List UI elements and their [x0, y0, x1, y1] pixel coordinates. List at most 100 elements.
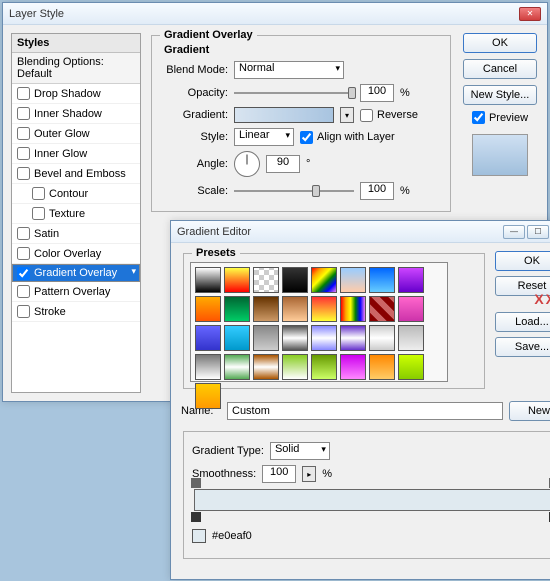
style-item-inner-shadow[interactable]: Inner Shadow: [12, 104, 140, 124]
scale-value[interactable]: 100: [360, 182, 394, 200]
angle-value[interactable]: 90: [266, 155, 300, 173]
preset-swatch[interactable]: [340, 267, 366, 293]
preset-swatch[interactable]: [369, 267, 395, 293]
reverse-checkbox[interactable]: Reverse: [360, 109, 418, 122]
preset-swatch[interactable]: [253, 325, 279, 351]
ok-button[interactable]: OK: [463, 33, 537, 53]
preset-swatch[interactable]: [311, 296, 337, 322]
style-item-stroke[interactable]: Stroke: [12, 302, 140, 322]
preview-checkbox[interactable]: Preview: [472, 111, 528, 124]
preview-swatch: [472, 134, 528, 176]
preset-swatch[interactable]: [311, 267, 337, 293]
preset-swatch[interactable]: [340, 354, 366, 380]
style-checkbox[interactable]: [17, 227, 30, 240]
gradient-bar[interactable]: [194, 489, 550, 511]
gradient-swatch[interactable]: [234, 107, 334, 123]
presets-label: Presets: [192, 247, 240, 259]
blend-mode-select[interactable]: Normal: [234, 61, 344, 79]
close-icon[interactable]: ✕: [519, 7, 541, 21]
preset-swatch[interactable]: [224, 325, 250, 351]
style-item-gradient-overlay[interactable]: Gradient Overlay: [12, 264, 140, 282]
smooth-value[interactable]: 100: [262, 465, 296, 483]
preset-swatch[interactable]: [311, 325, 337, 351]
preset-swatch[interactable]: [311, 354, 337, 380]
gradient-dropdown-icon[interactable]: ▾: [340, 107, 354, 123]
style-item-drop-shadow[interactable]: Drop Shadow: [12, 84, 140, 104]
name-input[interactable]: [227, 402, 503, 420]
style-item-inner-glow[interactable]: Inner Glow: [12, 144, 140, 164]
style-checkbox[interactable]: [17, 107, 30, 120]
style-label: Gradient Overlay: [34, 267, 117, 279]
opacity-value[interactable]: 100: [360, 84, 394, 102]
preset-swatch[interactable]: [195, 267, 221, 293]
preset-swatch[interactable]: [224, 267, 250, 293]
style-checkbox[interactable]: [32, 187, 45, 200]
style-label: Texture: [49, 208, 85, 220]
blending-options[interactable]: Blending Options: Default: [12, 53, 140, 84]
styles-header[interactable]: Styles: [12, 34, 140, 53]
group-title: Gradient Overlay: [160, 29, 257, 41]
style-checkbox[interactable]: [17, 267, 30, 280]
style-checkbox[interactable]: [17, 285, 30, 298]
preset-swatch[interactable]: [282, 354, 308, 380]
ge-save-button[interactable]: Save...: [495, 337, 550, 357]
new-button[interactable]: New: [509, 401, 550, 421]
style-checkbox[interactable]: [17, 167, 30, 180]
style-item-texture[interactable]: Texture: [12, 204, 140, 224]
style-checkbox[interactable]: [17, 87, 30, 100]
preset-swatch[interactable]: [398, 354, 424, 380]
preset-swatch[interactable]: [369, 354, 395, 380]
style-item-color-overlay[interactable]: Color Overlay: [12, 244, 140, 264]
style-item-satin[interactable]: Satin: [12, 224, 140, 244]
smooth-stepper-icon[interactable]: ▸: [302, 466, 316, 482]
ge-ok-button[interactable]: OK: [495, 251, 550, 271]
cancel-button[interactable]: Cancel: [463, 59, 537, 79]
preset-swatch[interactable]: [340, 296, 366, 322]
style-item-contour[interactable]: Contour: [12, 184, 140, 204]
style-checkbox[interactable]: [17, 147, 30, 160]
minimize-icon[interactable]: —: [503, 225, 525, 239]
preset-swatch[interactable]: [253, 296, 279, 322]
preset-swatch[interactable]: [195, 354, 221, 380]
layer-style-titlebar[interactable]: Layer Style ✕: [3, 3, 547, 25]
preset-swatch[interactable]: [282, 325, 308, 351]
preset-swatch[interactable]: [282, 267, 308, 293]
scale-slider[interactable]: [234, 184, 354, 198]
preset-swatch[interactable]: [195, 383, 221, 409]
new-style-button[interactable]: New Style...: [463, 85, 537, 105]
style-item-outer-glow[interactable]: Outer Glow: [12, 124, 140, 144]
opacity-slider[interactable]: [234, 86, 354, 100]
preset-swatch[interactable]: [253, 354, 279, 380]
preset-swatch[interactable]: [224, 354, 250, 380]
preset-swatch[interactable]: [369, 325, 395, 351]
gradient-editor-titlebar[interactable]: Gradient Editor — ☐ ✕: [171, 221, 550, 243]
color-chip[interactable]: [192, 529, 206, 543]
type-select[interactable]: Solid: [270, 442, 330, 460]
style-checkbox[interactable]: [32, 207, 45, 220]
preset-swatch[interactable]: [253, 267, 279, 293]
style-label: Style:: [158, 131, 228, 143]
style-checkbox[interactable]: [17, 247, 30, 260]
style-checkbox[interactable]: [17, 127, 30, 140]
style-select[interactable]: Linear: [234, 128, 294, 146]
align-checkbox[interactable]: Align with Layer: [300, 131, 395, 144]
preset-swatch[interactable]: [340, 325, 366, 351]
preset-swatch[interactable]: [195, 296, 221, 322]
color-stop-left[interactable]: [191, 512, 201, 522]
preset-swatch[interactable]: [398, 267, 424, 293]
preset-swatch[interactable]: [398, 325, 424, 351]
maximize-icon[interactable]: ☐: [527, 225, 549, 239]
angle-dial[interactable]: [234, 151, 260, 177]
window-title: Layer Style: [9, 8, 64, 20]
style-checkbox[interactable]: [17, 305, 30, 318]
preset-swatch[interactable]: [282, 296, 308, 322]
opacity-stop-left[interactable]: [191, 478, 201, 488]
preset-swatch[interactable]: [369, 296, 395, 322]
preset-swatch[interactable]: [398, 296, 424, 322]
style-item-bevel-and-emboss[interactable]: Bevel and Emboss: [12, 164, 140, 184]
style-item-pattern-overlay[interactable]: Pattern Overlay: [12, 282, 140, 302]
preset-grid[interactable]: [190, 262, 448, 382]
preset-swatch[interactable]: [195, 325, 221, 351]
preset-swatch[interactable]: [224, 296, 250, 322]
ge-load-button[interactable]: Load...: [495, 312, 550, 332]
